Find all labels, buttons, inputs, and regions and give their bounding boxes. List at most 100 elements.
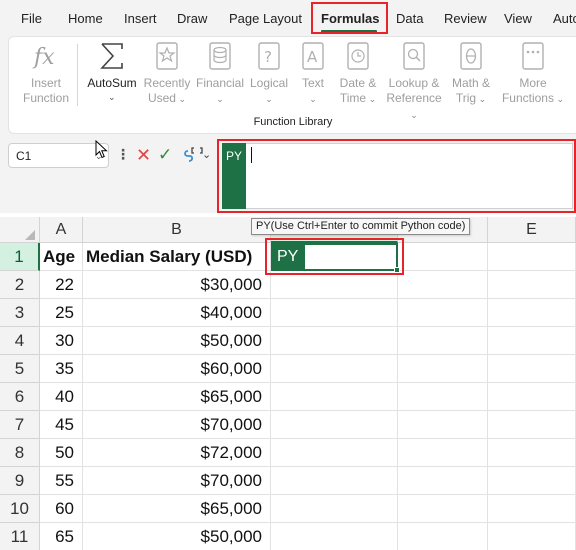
empty-cell[interactable] bbox=[271, 327, 398, 355]
age-cell[interactable]: 22 bbox=[40, 271, 83, 299]
formula-bar-chevron-icon[interactable]: ⌄ bbox=[202, 148, 211, 161]
empty-cell[interactable] bbox=[488, 495, 576, 523]
empty-cell[interactable] bbox=[398, 439, 488, 467]
row-header[interactable]: 11 bbox=[0, 523, 40, 550]
empty-cell[interactable] bbox=[398, 467, 488, 495]
salary-cell[interactable]: $40,000 bbox=[83, 299, 271, 327]
tab-draw[interactable]: Draw bbox=[177, 11, 207, 26]
empty-cell[interactable] bbox=[271, 411, 398, 439]
tab-insert[interactable]: Insert bbox=[124, 11, 157, 26]
empty-cell[interactable] bbox=[488, 243, 576, 271]
row-header[interactable]: 5 bbox=[0, 355, 40, 383]
autosum-button[interactable]: AutoSum bbox=[84, 40, 140, 91]
tab-page-layout[interactable]: Page Layout bbox=[229, 11, 302, 26]
row-header[interactable]: 2 bbox=[0, 271, 40, 299]
age-cell[interactable]: 30 bbox=[40, 327, 83, 355]
empty-cell[interactable] bbox=[488, 299, 576, 327]
column-header-e[interactable]: E bbox=[488, 217, 576, 243]
age-cell[interactable]: 65 bbox=[40, 523, 83, 550]
salary-cell[interactable]: $65,000 bbox=[83, 495, 271, 523]
tab-data[interactable]: Data bbox=[396, 11, 423, 26]
select-all-triangle-icon bbox=[25, 230, 35, 240]
age-cell[interactable]: 40 bbox=[40, 383, 83, 411]
header-cell[interactable]: Median Salary (USD) bbox=[83, 243, 271, 271]
empty-cell[interactable] bbox=[488, 383, 576, 411]
confirm-entry-icon[interactable]: ✓ bbox=[158, 146, 172, 164]
empty-cell[interactable] bbox=[271, 523, 398, 550]
more-functions-button[interactable]: More Functions ⌄ bbox=[498, 40, 568, 107]
row-header[interactable]: 6 bbox=[0, 383, 40, 411]
python-formula-icon[interactable] bbox=[180, 145, 204, 167]
tab-file[interactable]: File bbox=[21, 11, 42, 26]
age-cell[interactable]: 25 bbox=[40, 299, 83, 327]
svg-text:?: ? bbox=[264, 48, 272, 66]
salary-cell[interactable]: $70,000 bbox=[83, 467, 271, 495]
row-header[interactable]: 7 bbox=[0, 411, 40, 439]
salary-cell[interactable]: $70,000 bbox=[83, 411, 271, 439]
sigma-icon bbox=[100, 43, 123, 69]
empty-cell[interactable] bbox=[271, 383, 398, 411]
more-options-icon[interactable]: ⋮ bbox=[116, 146, 130, 163]
empty-cell[interactable] bbox=[271, 299, 398, 327]
age-cell[interactable]: 60 bbox=[40, 495, 83, 523]
name-box[interactable]: C1 bbox=[8, 143, 109, 168]
age-cell[interactable]: 45 bbox=[40, 411, 83, 439]
date-time-button[interactable]: Date & Time ⌄ bbox=[333, 40, 383, 107]
tab-automate[interactable]: Auto bbox=[553, 11, 576, 26]
age-cell[interactable]: 50 bbox=[40, 439, 83, 467]
math-trig-button[interactable]: Math & Trig ⌄ bbox=[448, 40, 494, 107]
text-functions-button[interactable]: A Text ⌄ bbox=[296, 40, 330, 107]
empty-cell[interactable] bbox=[398, 495, 488, 523]
recently-used-button[interactable]: Recently Used ⌄ bbox=[142, 40, 192, 107]
chevron-down-icon: ⌄ bbox=[216, 94, 224, 104]
row-header[interactable]: 10 bbox=[0, 495, 40, 523]
ribbon-separator bbox=[77, 44, 78, 106]
age-cell[interactable]: 55 bbox=[40, 467, 83, 495]
financial-button[interactable]: Financial ⌄ bbox=[194, 40, 246, 107]
cancel-entry-icon[interactable]: ✕ bbox=[136, 146, 151, 164]
empty-cell[interactable] bbox=[488, 411, 576, 439]
empty-cell[interactable] bbox=[398, 271, 488, 299]
autosum-dropdown-chevron-icon[interactable]: ⌄ bbox=[108, 92, 116, 103]
logical-button[interactable]: ? Logical ⌄ bbox=[247, 40, 291, 107]
empty-cell[interactable] bbox=[488, 327, 576, 355]
empty-cell[interactable] bbox=[398, 355, 488, 383]
empty-cell[interactable] bbox=[398, 243, 488, 271]
empty-cell[interactable] bbox=[398, 299, 488, 327]
salary-cell[interactable]: $72,000 bbox=[83, 439, 271, 467]
empty-cell[interactable] bbox=[398, 383, 488, 411]
age-cell[interactable]: 35 bbox=[40, 355, 83, 383]
empty-cell[interactable] bbox=[271, 355, 398, 383]
empty-cell[interactable] bbox=[271, 495, 398, 523]
row-header[interactable]: 4 bbox=[0, 327, 40, 355]
row-header[interactable]: 9 bbox=[0, 467, 40, 495]
salary-cell[interactable]: $60,000 bbox=[83, 355, 271, 383]
empty-cell[interactable] bbox=[488, 439, 576, 467]
empty-cell[interactable] bbox=[398, 327, 488, 355]
salary-cell[interactable]: $30,000 bbox=[83, 271, 271, 299]
empty-cell[interactable] bbox=[488, 355, 576, 383]
empty-cell[interactable] bbox=[271, 439, 398, 467]
tab-review[interactable]: Review bbox=[444, 11, 487, 26]
empty-cell[interactable] bbox=[398, 523, 488, 550]
empty-cell[interactable] bbox=[488, 523, 576, 550]
empty-cell[interactable] bbox=[271, 467, 398, 495]
empty-cell[interactable] bbox=[271, 271, 398, 299]
row-header[interactable]: 3 bbox=[0, 299, 40, 327]
tab-home[interactable]: Home bbox=[68, 11, 103, 26]
header-cell[interactable]: Age bbox=[40, 243, 83, 271]
tab-view[interactable]: View bbox=[504, 11, 532, 26]
salary-cell[interactable]: $50,000 bbox=[83, 523, 271, 550]
row-header[interactable]: 1 bbox=[0, 243, 40, 271]
empty-cell[interactable] bbox=[488, 271, 576, 299]
empty-cell[interactable] bbox=[488, 467, 576, 495]
row-header[interactable]: 8 bbox=[0, 439, 40, 467]
salary-cell[interactable]: $50,000 bbox=[83, 327, 271, 355]
insert-function-button[interactable]: fx Insert Function bbox=[18, 40, 74, 106]
fx-icon: fx bbox=[32, 45, 55, 70]
column-header-b[interactable]: B bbox=[83, 217, 271, 243]
empty-cell[interactable] bbox=[398, 411, 488, 439]
salary-cell[interactable]: $65,000 bbox=[83, 383, 271, 411]
column-header-a[interactable]: A bbox=[40, 217, 83, 243]
lookup-reference-button[interactable]: Lookup & Reference ⌄ bbox=[382, 40, 446, 123]
